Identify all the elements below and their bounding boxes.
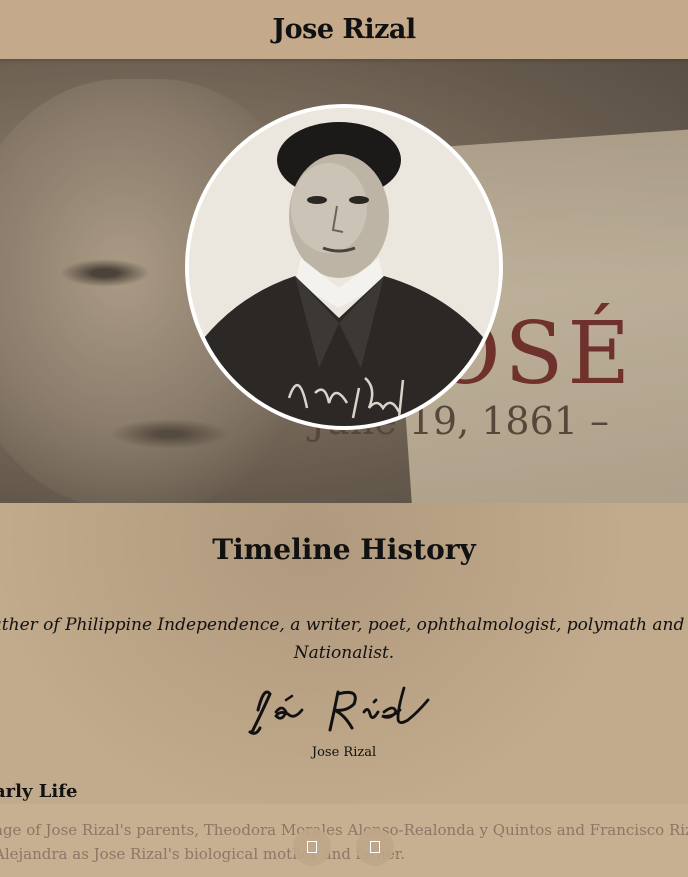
page-title: Jose Rizal bbox=[272, 14, 416, 45]
section-paragraph: age of Jose Rizal's parents, Theodora Mo… bbox=[0, 818, 688, 866]
paragraph-line-1: age of Jose Rizal's parents, Theodora Mo… bbox=[0, 821, 688, 839]
section-title-early-life: arly Life bbox=[0, 781, 78, 802]
next-icon bbox=[370, 841, 380, 853]
signature-image bbox=[248, 686, 430, 735]
next-button[interactable] bbox=[356, 828, 394, 866]
quote-line-2: Nationalist. bbox=[293, 643, 395, 663]
top-bar: Jose Rizal bbox=[0, 0, 688, 59]
quote-line-1: Father of Philippine Independence, a wri… bbox=[0, 615, 688, 635]
paragraph-line-2: Alejandra as Jose Rizal's biological mot… bbox=[0, 845, 406, 863]
portrait-image bbox=[185, 104, 503, 430]
prev-icon bbox=[307, 841, 317, 853]
signature-caption: Jose Rizal bbox=[311, 745, 377, 760]
timeline-title: Timeline History bbox=[212, 533, 476, 566]
prev-button[interactable] bbox=[293, 828, 331, 866]
